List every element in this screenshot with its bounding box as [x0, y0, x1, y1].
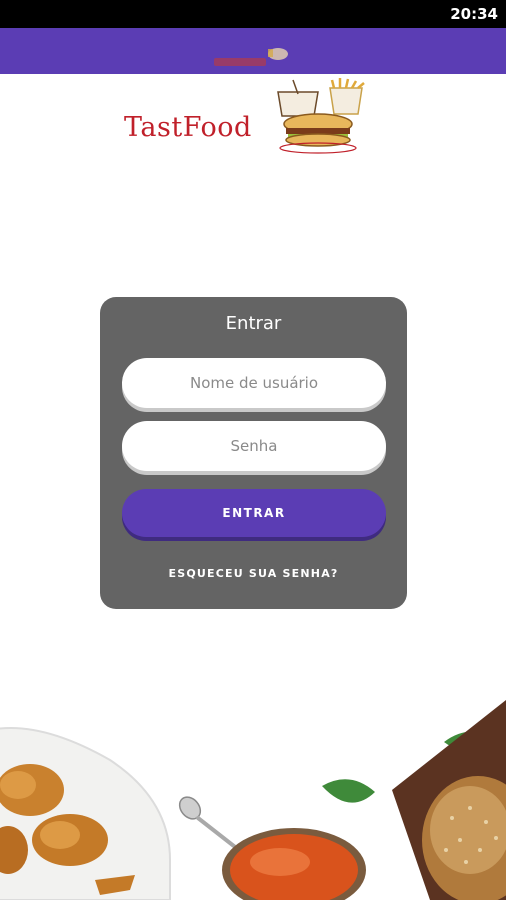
username-input[interactable] [122, 358, 386, 408]
food-decoration [0, 700, 506, 900]
password-field-wrapper [122, 421, 386, 471]
tastfood-small-logo-icon [214, 48, 288, 66]
login-button[interactable]: ENTRAR [122, 489, 386, 537]
login-card: Entrar ENTRAR ESQUECEU SUA SENHA? [100, 297, 407, 609]
status-time: 20:34 [450, 5, 498, 23]
sauce-bowl-icon [222, 828, 366, 900]
forgot-password-link[interactable]: ESQUECEU SUA SENHA? [100, 567, 407, 580]
fried-chicken-plate-icon [0, 727, 171, 900]
status-bar: 20:34 [0, 0, 506, 28]
username-field-wrapper [122, 358, 386, 408]
password-input[interactable] [122, 421, 386, 471]
brand-name: TastFood [124, 112, 252, 143]
bread-board-icon [392, 700, 506, 900]
login-title: Entrar [225, 313, 282, 334]
